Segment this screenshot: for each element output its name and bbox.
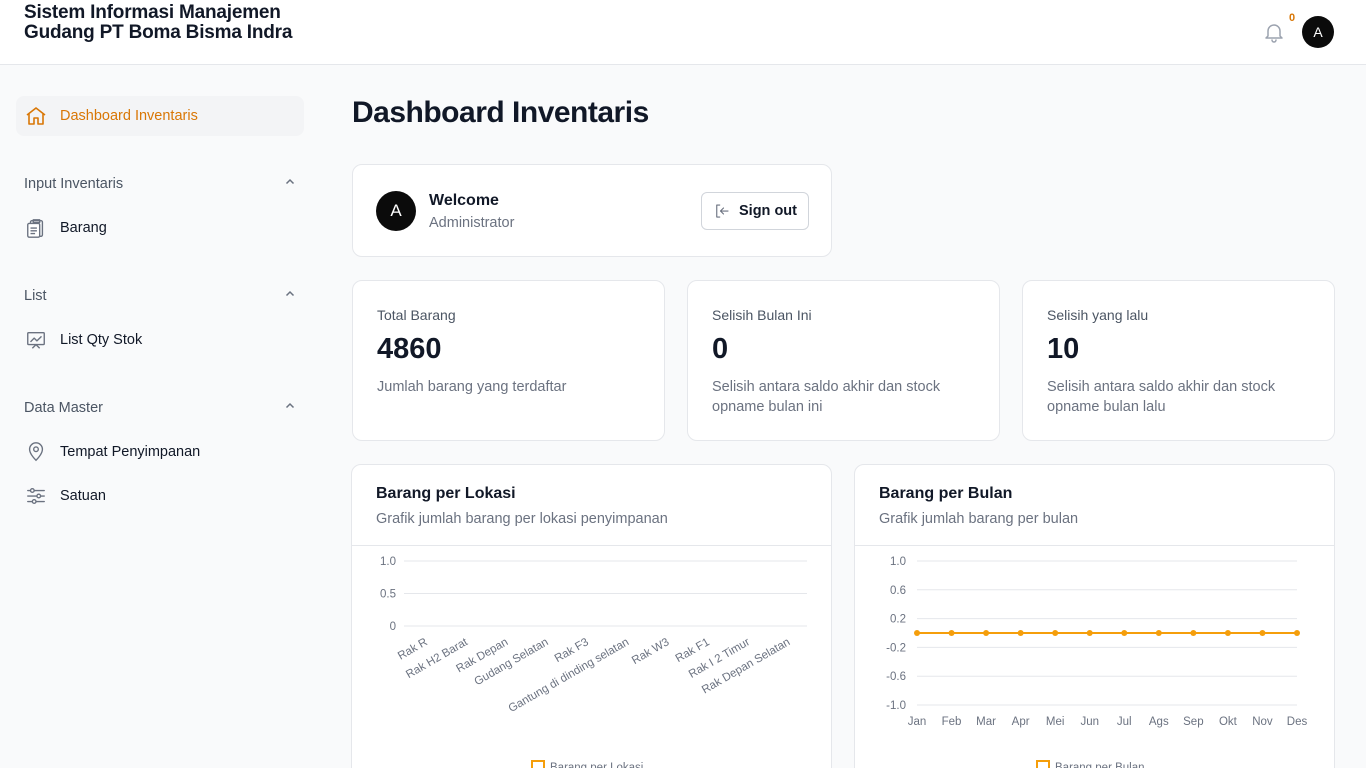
sliders-icon — [24, 484, 48, 508]
y-tick-label: -0.6 — [886, 671, 906, 683]
clipboard-icon — [24, 216, 48, 240]
x-tick-label: Feb — [942, 716, 962, 728]
sidebar-item-satuan[interactable]: Satuan — [16, 476, 304, 516]
x-tick-label: Nov — [1252, 716, 1273, 728]
chart-subtitle: Grafik jumlah barang per lokasi penyimpa… — [376, 511, 668, 527]
section-label: Input Inventaris — [24, 176, 124, 192]
legend-label: Barang per Lokasi — [550, 762, 643, 768]
stat-description: Jumlah barang yang terdaftar — [377, 379, 567, 395]
x-tick-label: Jul — [1117, 716, 1132, 728]
welcome-title: Welcome — [429, 192, 499, 209]
chart-title: Barang per Bulan — [879, 485, 1013, 502]
data-point — [914, 630, 920, 636]
chart-subtitle: Grafik jumlah barang per bulan — [879, 511, 1079, 527]
section-data-master[interactable]: Data Master — [16, 394, 304, 422]
chart-header: Barang per Lokasi Grafik jumlah barang p… — [352, 465, 831, 546]
data-point — [1017, 630, 1024, 636]
chevron-up-icon — [284, 287, 296, 305]
data-point — [1086, 630, 1093, 636]
x-tick-label: Rak W3 — [630, 636, 671, 667]
section-list[interactable]: List — [16, 282, 304, 310]
sidebar-item-label: Satuan — [60, 488, 106, 504]
notification-count-badge: 0 — [1288, 12, 1296, 24]
data-point — [1190, 630, 1197, 636]
sidebar-item-label: List Qty Stok — [60, 332, 143, 348]
sidebar-item-label: Tempat Penyimpanan — [60, 444, 201, 460]
chevron-up-icon — [284, 399, 296, 417]
user-avatar[interactable]: A — [1302, 16, 1334, 48]
sidebar-item-list-qty-stok[interactable]: List Qty Stok — [16, 320, 304, 360]
sign-out-button[interactable]: Sign out — [701, 192, 809, 230]
sidebar: Dashboard Inventaris Input Inventaris Ba… — [0, 65, 320, 768]
y-tick-label: 1.0 — [890, 556, 906, 568]
stat-card-total-barang: Total Barang 4860 Jumlah barang yang ter… — [352, 280, 665, 441]
line-chart-bulan: 1.0 0.6 0.2 -0.2 -0.6 -1.0Jan Feb Mar Apr Mei Jun J… — [886, 556, 1308, 768]
y-tick-label: -1.0 — [886, 700, 906, 712]
y-tick-label: 0.2 — [890, 614, 906, 626]
y-tick-label: 0 — [390, 621, 396, 633]
chart-card-lokasi: Barang per Lokasi Grafik jumlah barang p… — [351, 464, 832, 768]
map-pin-icon — [24, 440, 48, 464]
x-tick-label: Mar — [976, 716, 996, 728]
stat-value: 0 — [712, 333, 729, 365]
x-tick-label: Okt — [1219, 716, 1238, 728]
home-icon — [24, 104, 48, 128]
x-tick-label: Jun — [1080, 716, 1099, 728]
x-tick-label: Jan — [908, 716, 927, 728]
welcome-card: A Welcome Administrator Sign out — [352, 164, 832, 257]
stat-label: Selisih Bulan Ini — [712, 307, 812, 323]
x-tick-label: Apr — [1012, 716, 1030, 728]
data-point — [1121, 630, 1128, 636]
section-input-inventaris[interactable]: Input Inventaris — [16, 170, 304, 198]
user-role: Administrator — [429, 215, 515, 231]
page-title: Dashboard Inventaris — [352, 96, 649, 129]
legend-label: Barang per Bulan — [1055, 762, 1145, 768]
stat-label: Selisih yang lalu — [1047, 307, 1149, 323]
chevron-up-icon — [284, 175, 296, 193]
stat-card-selisih-bulan-ini: Selisih Bulan Ini 0 Selisih antara saldo… — [687, 280, 1000, 441]
stat-description: Selisih antara saldo akhir dan stock opn… — [712, 379, 941, 415]
sidebar-item-label: Dashboard Inventaris — [60, 108, 198, 124]
avatar: A — [376, 191, 416, 231]
legend-swatch — [531, 760, 545, 768]
chart-card-bulan: Barang per Bulan Grafik jumlah barang pe… — [854, 464, 1335, 768]
sign-out-icon — [716, 204, 729, 218]
y-tick-label: 1.0 — [380, 556, 396, 568]
y-tick-label: 0.6 — [890, 585, 906, 597]
section-label: Data Master — [24, 400, 103, 416]
x-tick-label: Mei — [1046, 716, 1065, 728]
data-point — [948, 630, 955, 636]
stat-label: Total Barang — [377, 307, 456, 323]
section-label: List — [24, 288, 47, 304]
stat-description: Selisih antara saldo akhir dan stock opn… — [1047, 379, 1276, 415]
sidebar-item-dashboard[interactable]: Dashboard Inventaris — [16, 96, 304, 136]
sign-out-label: Sign out — [739, 203, 797, 219]
stat-value: 10 — [1047, 333, 1080, 365]
chart-header: Barang per Bulan Grafik jumlah barang pe… — [855, 465, 1334, 546]
notification-bell-icon[interactable] — [1262, 20, 1286, 44]
data-point — [1052, 630, 1059, 636]
sidebar-item-barang[interactable]: Barang — [16, 208, 304, 248]
sidebar-item-tempat-penyimpanan[interactable]: Tempat Penyimpanan — [16, 432, 304, 472]
legend-swatch — [1036, 760, 1050, 768]
x-tick-label: Gudang Selatan — [473, 636, 551, 688]
stat-card-selisih-lalu: Selisih yang lalu 10 Selisih antara sald… — [1022, 280, 1335, 441]
top-bar: Sistem Informasi Manajemen Gudang PT Bom… — [0, 0, 1366, 65]
data-point — [1294, 630, 1300, 636]
data-point — [983, 630, 990, 636]
data-point — [1259, 630, 1266, 636]
y-tick-label: -0.2 — [886, 642, 906, 654]
x-tick-label: Des — [1287, 716, 1308, 728]
app-title: Sistem Informasi Manajemen Gudang PT Bom… — [24, 2, 293, 43]
x-tick-label: Ags — [1149, 716, 1169, 728]
sidebar-item-label: Barang — [60, 220, 107, 236]
chart-board-icon — [24, 328, 48, 352]
bar-chart-lokasi: 1.00.50Rak RRak H2 BaratRak DepanGudang … — [380, 556, 807, 768]
data-point — [1224, 630, 1231, 636]
stat-value: 4860 — [377, 333, 442, 365]
x-tick-label: Sep — [1183, 716, 1203, 728]
chart-title: Barang per Lokasi — [376, 485, 516, 502]
data-point — [1155, 630, 1162, 636]
y-tick-label: 0.5 — [380, 589, 396, 601]
